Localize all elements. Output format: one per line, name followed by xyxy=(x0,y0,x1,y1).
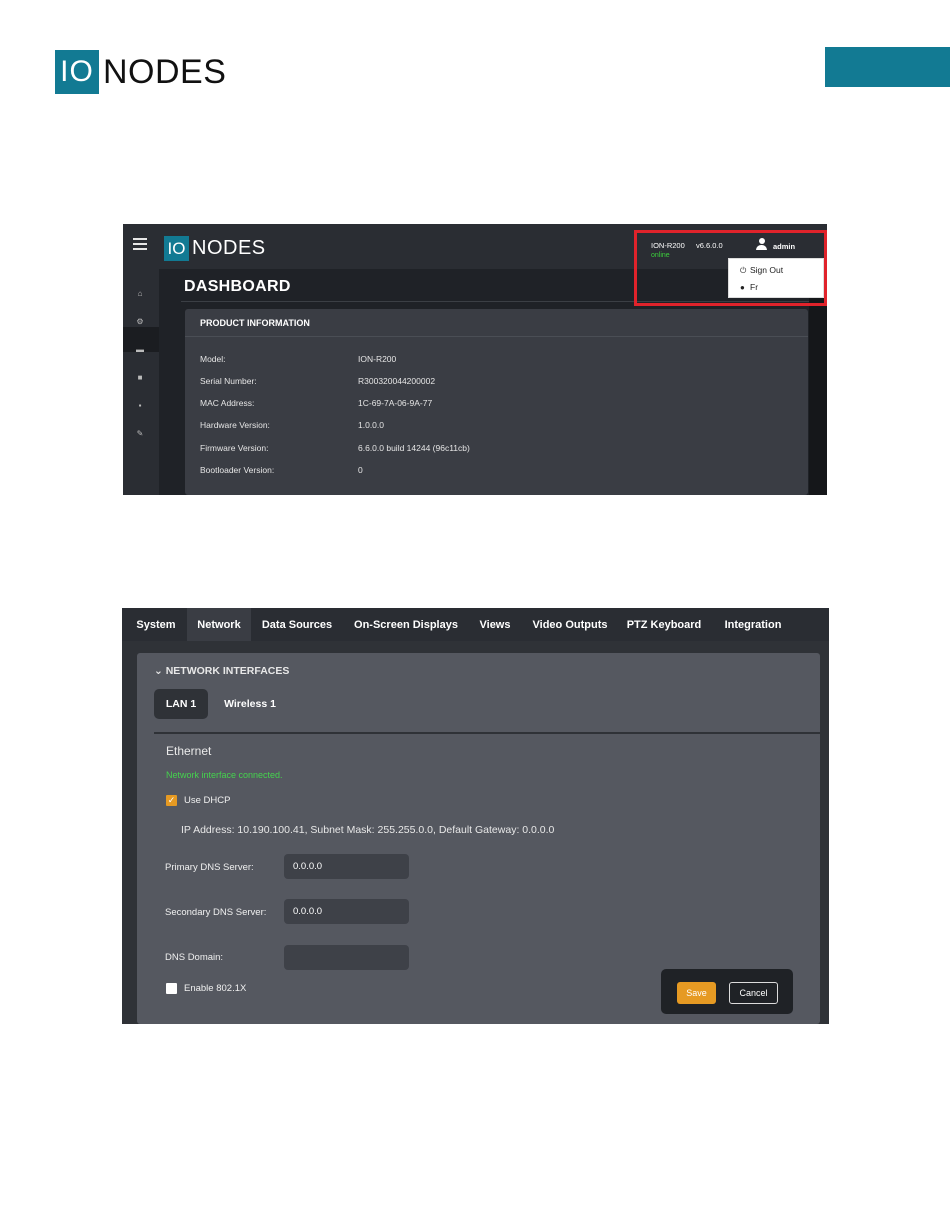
sidebar: ⌂ ⚙ ▬ ■ ▪ ✎ xyxy=(123,269,159,495)
firmware-version-value: 6.6.0.0 build 14244 (96c11cb) xyxy=(358,443,470,453)
dns-domain-label: DNS Domain: xyxy=(165,952,224,963)
hardware-version-value: 1.0.0.0 xyxy=(358,420,384,430)
tab-data-sources[interactable]: Data Sources xyxy=(259,608,335,641)
mac-address-value: 1C-69-7A-06-9A-77 xyxy=(358,398,433,408)
firmware-version-label: Firmware Version: xyxy=(200,443,269,453)
tab-video-outputs[interactable]: Video Outputs xyxy=(528,608,612,641)
lock-icon[interactable]: ▪ xyxy=(135,401,145,411)
hardware-version-label: Hardware Version: xyxy=(200,420,270,430)
product-information-panel: PRODUCT INFORMATION Model: ION-R200 Seri… xyxy=(185,309,808,495)
logo-io-box: IO xyxy=(55,50,99,94)
settings-tab-bar: System Network Data Sources On-Screen Di… xyxy=(122,608,829,641)
tab-ptz-keyboard[interactable]: PTZ Keyboard xyxy=(624,608,704,641)
tab-integration[interactable]: Integration xyxy=(720,608,786,641)
enable-8021x-checkbox[interactable] xyxy=(166,983,177,994)
cancel-button[interactable]: Cancel xyxy=(729,982,778,1004)
action-bar: Save Cancel xyxy=(661,969,793,1014)
wrench-icon[interactable]: ✎ xyxy=(135,429,145,439)
subtab-divider xyxy=(154,732,820,734)
tab-network[interactable]: Network xyxy=(187,608,251,641)
header-accent-bar xyxy=(825,47,950,87)
tab-views[interactable]: Views xyxy=(475,608,515,641)
document-logo: IO NODES xyxy=(55,50,226,94)
model-value: ION-R200 xyxy=(358,354,397,364)
serial-number-label: Serial Number: xyxy=(200,376,257,386)
page-title: DASHBOARD xyxy=(184,278,291,295)
primary-dns-label: Primary DNS Server: xyxy=(165,862,254,873)
use-dhcp-label: Use DHCP xyxy=(184,795,231,806)
home-icon[interactable]: ⌂ xyxy=(135,289,145,299)
panel-divider xyxy=(185,336,808,337)
tab-on-screen-displays[interactable]: On-Screen Displays xyxy=(350,608,462,641)
serial-number-value: R300320044200002 xyxy=(358,376,436,386)
panel-title: PRODUCT INFORMATION xyxy=(200,318,310,328)
use-dhcp-checkbox[interactable]: ✓ xyxy=(166,795,177,806)
secondary-dns-input[interactable] xyxy=(284,899,409,924)
logo-text: NODES xyxy=(192,237,266,259)
bootloader-version-label: Bootloader Version: xyxy=(200,465,275,475)
tab-system[interactable]: System xyxy=(130,608,182,641)
interface-heading: Ethernet xyxy=(166,744,212,758)
hamburger-menu-icon[interactable] xyxy=(133,238,147,250)
bootloader-version-value: 0 xyxy=(358,465,363,475)
subtab-lan-1[interactable]: LAN 1 xyxy=(154,689,208,719)
connection-status: Network interface connected. xyxy=(166,770,283,780)
chevron-down-icon: ⌄ xyxy=(154,665,166,677)
primary-dns-input[interactable] xyxy=(284,854,409,879)
gear-icon[interactable]: ⚙ xyxy=(135,317,145,327)
section-header[interactable]: ⌄ NETWORK INTERFACES xyxy=(154,665,289,677)
secondary-dns-label: Secondary DNS Server: xyxy=(165,907,267,918)
highlight-frame xyxy=(634,230,827,306)
network-settings-screenshot: System Network Data Sources On-Screen Di… xyxy=(122,608,829,1024)
dns-domain-input[interactable] xyxy=(284,945,409,970)
ip-info-text: IP Address: 10.190.100.41, Subnet Mask: … xyxy=(181,824,555,836)
camera-icon[interactable]: ■ xyxy=(135,373,145,383)
section-title: NETWORK INTERFACES xyxy=(165,665,290,677)
app-logo[interactable]: IO NODES xyxy=(164,236,266,261)
logo-io-box: IO xyxy=(164,236,189,261)
network-panel: ⌄ NETWORK INTERFACES LAN 1 Wireless 1 Et… xyxy=(137,653,820,1024)
subtab-wireless-1[interactable]: Wireless 1 xyxy=(218,689,282,719)
logo-text: NODES xyxy=(103,52,227,91)
save-button[interactable]: Save xyxy=(677,982,716,1004)
folder-icon[interactable]: ▬ xyxy=(135,345,145,355)
mac-address-label: MAC Address: xyxy=(200,398,255,408)
model-label: Model: xyxy=(200,354,226,364)
enable-8021x-label: Enable 802.1X xyxy=(184,983,247,994)
